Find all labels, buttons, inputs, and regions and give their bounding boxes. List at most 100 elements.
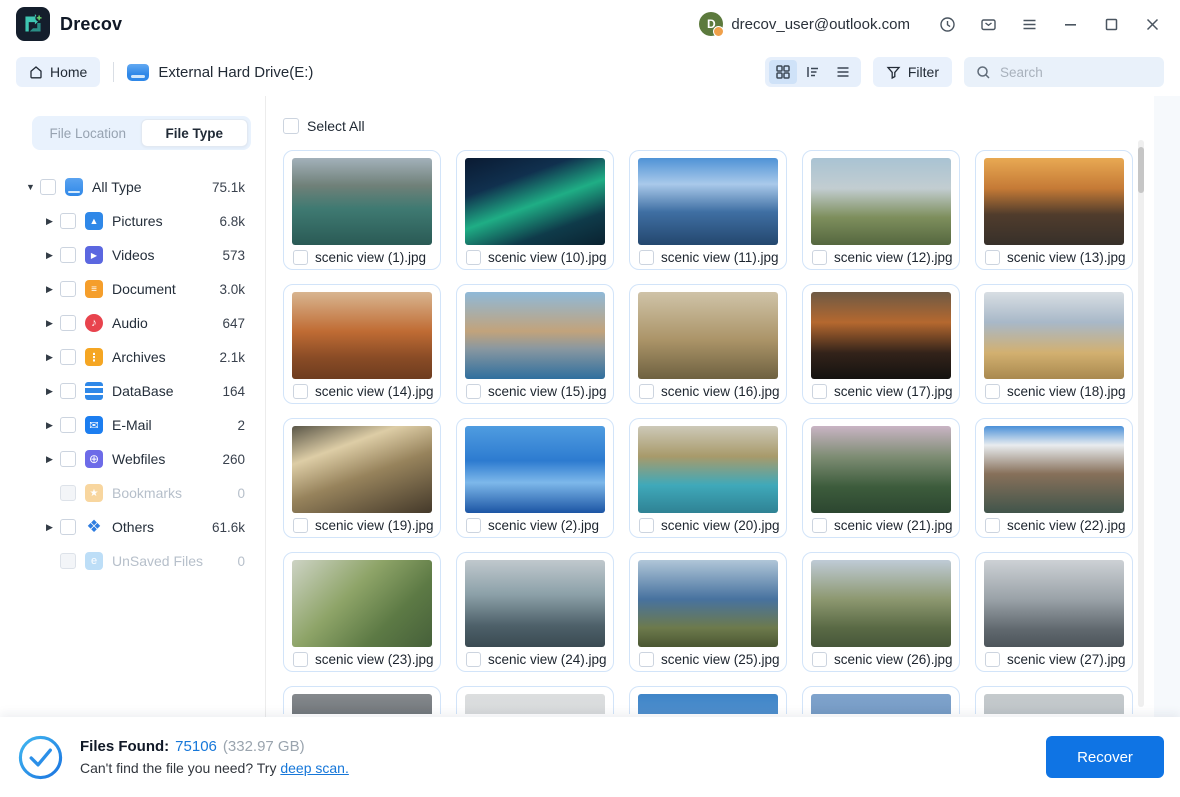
photo-thumbnail[interactable] xyxy=(984,694,1124,714)
tree-item-checkbox[interactable] xyxy=(40,179,56,195)
file-card[interactable]: scenic view (25).jpg xyxy=(629,552,787,672)
file-card[interactable]: scenic view (1).jpg xyxy=(283,150,441,270)
file-card[interactable] xyxy=(802,686,960,714)
file-checkbox[interactable] xyxy=(812,652,827,667)
file-checkbox[interactable] xyxy=(985,652,1000,667)
expand-arrow-icon[interactable]: ▶ xyxy=(46,420,60,431)
expand-arrow-icon[interactable]: ▼ xyxy=(26,182,40,192)
sort-view-button[interactable] xyxy=(799,60,827,84)
tree-item[interactable]: ▶ ⋮ Archives 2.1k xyxy=(16,340,253,374)
file-card[interactable]: scenic view (23).jpg xyxy=(283,552,441,672)
photo-thumbnail[interactable] xyxy=(811,426,951,513)
tree-item-checkbox[interactable] xyxy=(60,451,76,467)
file-card[interactable]: scenic view (22).jpg xyxy=(975,418,1133,538)
expand-arrow-icon[interactable]: ▶ xyxy=(46,318,60,329)
tree-item[interactable]: ▶ ❖ Others 61.6k xyxy=(16,510,253,544)
expand-arrow-icon[interactable]: ▶ xyxy=(46,352,60,363)
tree-item-checkbox[interactable] xyxy=(60,247,76,263)
tree-item[interactable]: ▶ ▶ Videos 573 xyxy=(16,238,253,272)
tree-item-checkbox[interactable] xyxy=(60,315,76,331)
maximize-button[interactable] xyxy=(1101,14,1121,34)
select-all-checkbox[interactable] xyxy=(283,118,299,134)
photo-thumbnail[interactable] xyxy=(638,292,778,379)
tree-item[interactable]: ▶ ▲ Pictures 6.8k xyxy=(16,204,253,238)
tree-item[interactable]: ▼ All Type 75.1k xyxy=(16,170,253,204)
tree-item[interactable]: ▶ DataBase 164 xyxy=(16,374,253,408)
file-checkbox[interactable] xyxy=(639,652,654,667)
file-checkbox[interactable] xyxy=(293,652,308,667)
expand-arrow-icon[interactable]: ▶ xyxy=(46,216,60,227)
photo-thumbnail[interactable] xyxy=(811,292,951,379)
tree-item-checkbox[interactable] xyxy=(60,553,76,569)
photo-thumbnail[interactable] xyxy=(811,694,951,714)
home-button[interactable]: Home xyxy=(16,57,100,87)
tree-item-checkbox[interactable] xyxy=(60,485,76,501)
feedback-mail-icon[interactable] xyxy=(978,14,998,34)
tab-file-type[interactable]: File Type xyxy=(141,119,249,147)
tree-item-checkbox[interactable] xyxy=(60,383,76,399)
file-card[interactable]: scenic view (10).jpg xyxy=(456,150,614,270)
file-card[interactable]: scenic view (13).jpg xyxy=(975,150,1133,270)
tree-item[interactable]: ★ Bookmarks 0 xyxy=(16,476,253,510)
file-checkbox[interactable] xyxy=(639,384,654,399)
photo-thumbnail[interactable] xyxy=(811,158,951,245)
file-card[interactable]: scenic view (12).jpg xyxy=(802,150,960,270)
tree-item-checkbox[interactable] xyxy=(60,213,76,229)
photo-thumbnail[interactable] xyxy=(292,426,432,513)
tree-item-checkbox[interactable] xyxy=(60,417,76,433)
file-checkbox[interactable] xyxy=(466,652,481,667)
file-card[interactable]: scenic view (27).jpg xyxy=(975,552,1133,672)
file-checkbox[interactable] xyxy=(812,384,827,399)
user-email[interactable]: drecov_user@outlook.com xyxy=(731,16,910,33)
file-card[interactable]: scenic view (14).jpg xyxy=(283,284,441,404)
file-checkbox[interactable] xyxy=(293,384,308,399)
file-checkbox[interactable] xyxy=(985,250,1000,265)
file-checkbox[interactable] xyxy=(812,518,827,533)
file-checkbox[interactable] xyxy=(985,384,1000,399)
file-card[interactable]: scenic view (26).jpg xyxy=(802,552,960,672)
user-avatar[interactable]: D xyxy=(699,12,723,36)
photo-thumbnail[interactable] xyxy=(638,560,778,647)
tree-item-checkbox[interactable] xyxy=(60,519,76,535)
grid-view-button[interactable] xyxy=(769,60,797,84)
photo-thumbnail[interactable] xyxy=(638,694,778,714)
photo-thumbnail[interactable] xyxy=(638,426,778,513)
file-card[interactable] xyxy=(456,686,614,714)
file-card[interactable]: scenic view (21).jpg xyxy=(802,418,960,538)
photo-thumbnail[interactable] xyxy=(292,158,432,245)
file-card[interactable]: scenic view (19).jpg xyxy=(283,418,441,538)
photo-thumbnail[interactable] xyxy=(811,560,951,647)
file-card[interactable]: scenic view (11).jpg xyxy=(629,150,787,270)
expand-arrow-icon[interactable]: ▶ xyxy=(46,522,60,533)
recover-button[interactable]: Recover xyxy=(1046,736,1164,778)
tree-item[interactable]: ▶ ✉ E-Mail 2 xyxy=(16,408,253,442)
deep-scan-link[interactable]: deep scan. xyxy=(280,760,349,776)
scrollbar-thumb[interactable] xyxy=(1138,147,1144,193)
photo-thumbnail[interactable] xyxy=(465,426,605,513)
tree-item[interactable]: ▶ ♪ Audio 647 xyxy=(16,306,253,340)
photo-thumbnail[interactable] xyxy=(984,426,1124,513)
tree-item[interactable]: ▶ ≡ Document 3.0k xyxy=(16,272,253,306)
tree-item-checkbox[interactable] xyxy=(60,349,76,365)
photo-thumbnail[interactable] xyxy=(465,694,605,714)
file-checkbox[interactable] xyxy=(293,250,308,265)
photo-thumbnail[interactable] xyxy=(984,158,1124,245)
photo-thumbnail[interactable] xyxy=(984,292,1124,379)
tree-item[interactable]: ▶ ⊕ Webfiles 260 xyxy=(16,442,253,476)
file-card[interactable] xyxy=(975,686,1133,714)
expand-arrow-icon[interactable]: ▶ xyxy=(46,284,60,295)
file-checkbox[interactable] xyxy=(466,518,481,533)
drive-tab[interactable]: External Hard Drive(E:) xyxy=(127,64,313,81)
tree-item[interactable]: e UnSaved Files 0 xyxy=(16,544,253,578)
file-checkbox[interactable] xyxy=(293,518,308,533)
file-checkbox[interactable] xyxy=(639,518,654,533)
file-card[interactable]: scenic view (24).jpg xyxy=(456,552,614,672)
photo-thumbnail[interactable] xyxy=(292,292,432,379)
tab-file-location[interactable]: File Location xyxy=(35,119,141,147)
file-card[interactable]: scenic view (15).jpg xyxy=(456,284,614,404)
file-checkbox[interactable] xyxy=(812,250,827,265)
file-card[interactable]: scenic view (20).jpg xyxy=(629,418,787,538)
minimize-button[interactable] xyxy=(1060,14,1080,34)
list-view-button[interactable] xyxy=(829,60,857,84)
photo-thumbnail[interactable] xyxy=(292,560,432,647)
